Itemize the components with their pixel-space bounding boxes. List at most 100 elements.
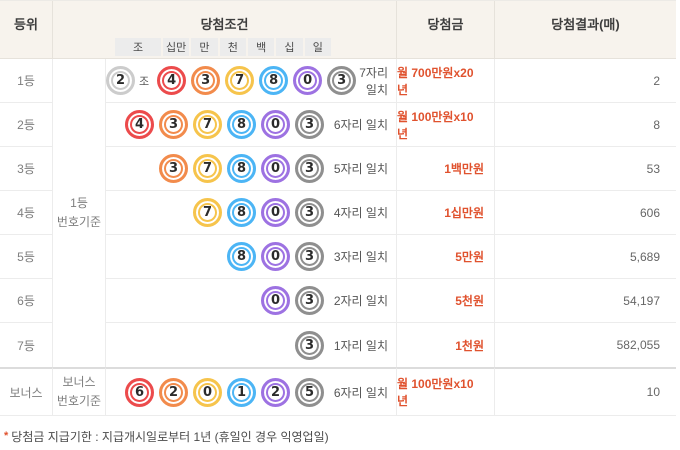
result-count-cell: 8 <box>495 103 676 147</box>
ball-cheon: 7 <box>193 110 222 139</box>
rank-cell: 2등 <box>0 103 53 147</box>
rank-cell: 5등 <box>0 235 53 279</box>
result-count-cell: 606 <box>495 191 676 235</box>
ball-jo: 2 <box>106 66 135 95</box>
ball-sip: 0 <box>261 242 290 271</box>
ball-sip: 0 <box>293 66 323 95</box>
ball-baek: 8 <box>227 242 256 271</box>
prize-cell: 1천원 <box>397 323 495 367</box>
rank-cell: 7등 <box>0 323 53 367</box>
prize-cell: 5만원 <box>397 235 495 279</box>
digit-label-baek: 백 <box>247 38 275 56</box>
rank-cell: 1등 <box>0 59 53 103</box>
header-prize: 당첨금 <box>397 1 495 59</box>
header-condition-label: 당첨조건 <box>200 17 249 32</box>
prize-cell: 월 100만원x10년 <box>397 103 495 147</box>
lottery-prize-table: 등위 당첨조건 조 십만 만 천 백 십 일 당첨금 당첨결과(매) 1등 번호기준 1등 2… <box>0 0 676 416</box>
digit-label-sip: 십 <box>276 38 303 56</box>
winning-number-balls: 2조437803 <box>106 66 357 95</box>
condition-cell: 0 3 2자리 일치 <box>106 279 397 323</box>
ball-il: 3 <box>295 198 324 227</box>
digit-label-man: 만 <box>191 38 218 56</box>
ball-cheon: 0 <box>193 377 222 407</box>
ball-man: 2 <box>159 377 188 407</box>
ball-cheon: 7 <box>193 154 222 183</box>
ball-il: 3 <box>295 330 324 360</box>
match-condition-label: 7자리 일치 <box>359 65 388 97</box>
condition-cell: 2 조 4 3 7 8 0 3 7자리 일치 <box>106 59 397 103</box>
ball-sipman: 4 <box>125 110 154 139</box>
header-result: 당첨결과(매) <box>495 1 676 59</box>
ball-sipman: 6 <box>125 377 154 407</box>
digit-place-labels: 조 십만 만 천 백 십 일 <box>115 38 331 56</box>
ball-sip: 0 <box>261 198 290 227</box>
condition-cell: 8 0 3 3자리 일치 <box>106 235 397 279</box>
match-condition-label: 1자리 일치 <box>333 338 388 353</box>
ball-man: 3 <box>159 154 188 183</box>
footnote: * 당첨금 지급기한 : 지급개시일로부터 1년 (휴일인 경우 익영업일) <box>4 428 680 445</box>
condition-cell: 3 7 8 0 3 5자리 일치 <box>106 147 397 191</box>
match-condition-label: 6자리 일치 <box>333 118 388 132</box>
rank-cell: 보너스 <box>0 367 53 416</box>
rank-cell: 4등 <box>0 191 53 235</box>
match-condition-label: 5자리 일치 <box>333 162 388 176</box>
prize-cell: 월 700만원x20년 <box>397 59 495 103</box>
ball-sip: 0 <box>261 154 290 183</box>
ball-man: 3 <box>159 110 188 139</box>
result-count-cell: 5,689 <box>495 235 676 279</box>
group-suffix-label: 조 <box>139 75 150 88</box>
ball-sip: 0 <box>261 110 290 139</box>
prize-cell: 1백만원 <box>397 147 495 191</box>
ball-baek: 8 <box>227 154 256 183</box>
digit-label-jo: 조 <box>115 38 161 56</box>
ball-baek: 8 <box>259 66 289 95</box>
digit-label-cheon: 천 <box>219 38 246 56</box>
prize-cell: 5천원 <box>397 279 495 323</box>
ball-il: 5 <box>295 377 324 407</box>
ball-il: 3 <box>295 154 324 183</box>
condition-cell: 3 1자리 일치 <box>106 323 397 367</box>
group-number: 2조 <box>106 66 149 95</box>
page: 등위 당첨조건 조 십만 만 천 백 십 일 당첨금 당첨결과(매) 1등 번호기준 1등 2… <box>0 0 680 450</box>
winning-number-balls: 03 <box>256 286 324 315</box>
winning-number-balls: 7803 <box>188 198 324 227</box>
basis-first-line2: 번호기준 <box>56 215 102 229</box>
ball-il: 3 <box>295 286 324 315</box>
prize-cell: 월 100만원x10년 <box>397 367 495 416</box>
winning-number-balls: 620125 <box>120 377 324 407</box>
condition-cell: 4 3 7 8 0 3 6자리 일치 <box>106 103 397 147</box>
ball-cheon: 7 <box>193 198 222 227</box>
footnote-marker: * <box>4 430 9 442</box>
result-count-cell: 10 <box>495 367 676 416</box>
basis-bonus-line2: 번호기준 <box>56 394 102 408</box>
ball-sip: 2 <box>261 377 290 407</box>
ball-il: 3 <box>295 242 324 271</box>
match-condition-label: 4자리 일치 <box>333 206 388 220</box>
result-count-cell: 53 <box>495 147 676 191</box>
ball-man: 3 <box>191 66 221 95</box>
result-count-cell: 2 <box>495 59 676 103</box>
ball-sipman: 4 <box>157 66 187 95</box>
header-condition: 당첨조건 조 십만 만 천 백 십 일 <box>53 1 397 59</box>
basis-first: 1등 번호기준 <box>53 59 106 367</box>
winning-number-balls: 437803 <box>120 110 324 139</box>
result-count-cell: 582,055 <box>495 323 676 367</box>
winning-number-balls: 803 <box>222 242 324 271</box>
rank-cell: 3등 <box>0 147 53 191</box>
ball-cheon: 7 <box>225 66 255 95</box>
ball-baek: 8 <box>227 198 256 227</box>
ball-baek: 8 <box>227 110 256 139</box>
ball-il: 3 <box>327 66 357 95</box>
digit-label-il: 일 <box>304 38 331 56</box>
condition-cell: 7 8 0 3 4자리 일치 <box>106 191 397 235</box>
match-condition-label: 2자리 일치 <box>333 294 388 308</box>
condition-cell: 6 2 0 1 2 5 6자리 일치 <box>106 367 397 416</box>
match-condition-label: 6자리 일치 <box>333 385 388 400</box>
ball-sip: 0 <box>261 286 290 315</box>
ball-il: 3 <box>295 110 324 139</box>
basis-first-line1: 1등 <box>70 196 88 211</box>
basis-bonus: 보너스 번호기준 <box>53 367 106 416</box>
ball-baek: 1 <box>227 377 256 407</box>
footnote-text: 당첨금 지급기한 : 지급개시일로부터 1년 (휴일인 경우 익영업일) <box>11 430 329 444</box>
prize-cell: 1십만원 <box>397 191 495 235</box>
